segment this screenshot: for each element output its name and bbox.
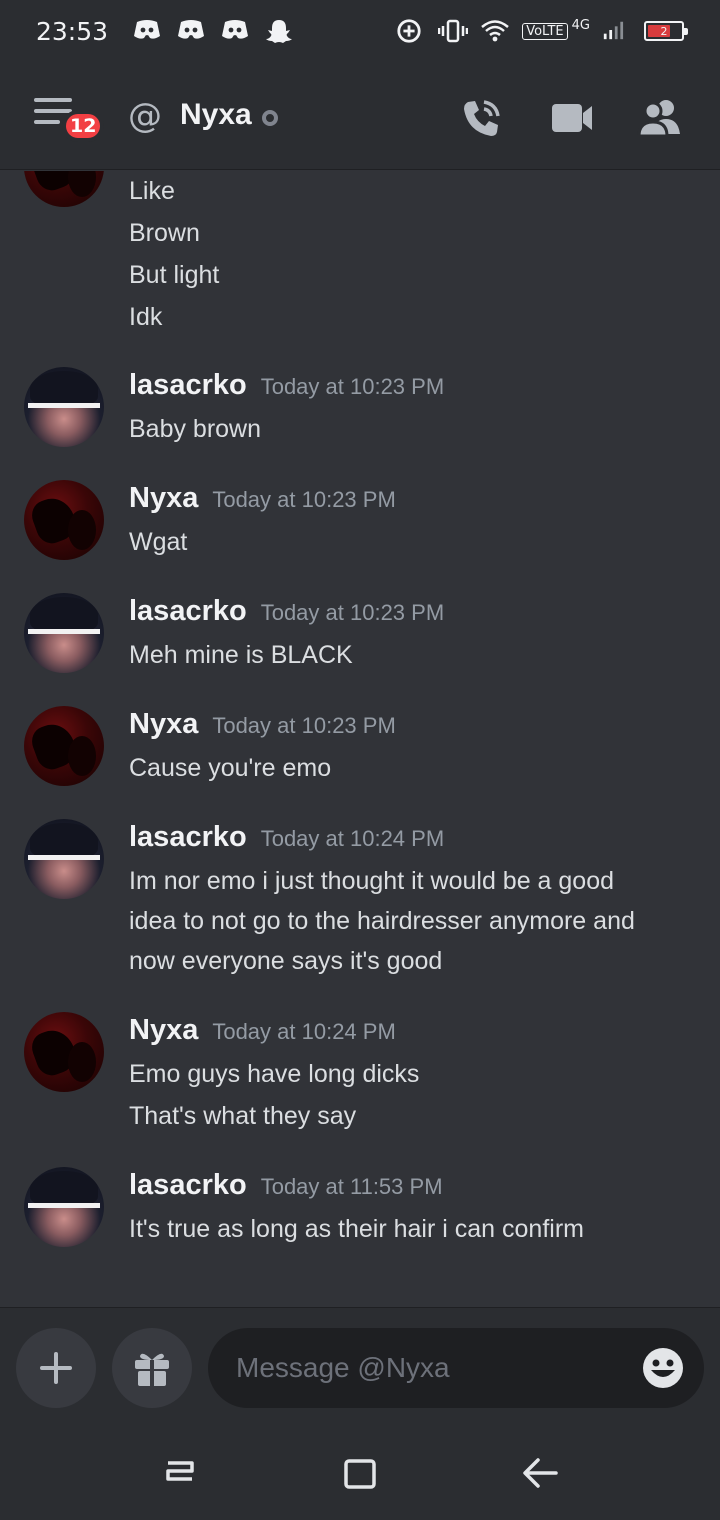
message-input[interactable] — [208, 1328, 704, 1408]
home-icon[interactable] — [338, 1451, 382, 1495]
message-text: idea to not go to the hairdresser anymor… — [129, 907, 635, 935]
message-author[interactable]: Nyxa Today at 10:23 PM — [129, 708, 396, 741]
phone-call-icon[interactable] — [460, 96, 504, 140]
at-icon: @ — [128, 96, 162, 136]
avatar[interactable] — [24, 819, 104, 899]
avatar[interactable] — [24, 171, 104, 207]
system-nav-bar — [0, 1425, 720, 1520]
composer-bar — [0, 1307, 720, 1425]
status-time: 23:53 — [36, 16, 109, 46]
message-author[interactable]: lasacrko Today at 10:23 PM — [129, 595, 444, 628]
gift-icon — [135, 1353, 169, 1386]
plus-icon — [40, 1352, 72, 1384]
avatar[interactable] — [24, 1167, 104, 1247]
message-timestamp: Today at 10:23 PM — [260, 600, 445, 625]
message-author[interactable]: lasacrko Today at 10:23 PM — [129, 369, 444, 402]
status-bar: 23:53 VoLTE 4G 2 — [0, 0, 720, 62]
members-icon[interactable] — [637, 96, 681, 140]
avatar[interactable] — [24, 1012, 104, 1092]
message-text: Emo guys have long dicks — [129, 1060, 420, 1088]
message-text: Baby brown — [129, 415, 262, 443]
signal-icon — [602, 18, 632, 44]
message-text: Im nor emo i just thought it would be a … — [129, 867, 615, 895]
message-author[interactable]: Nyxa Today at 10:24 PM — [129, 1014, 396, 1047]
discord-icon — [132, 18, 162, 44]
avatar[interactable] — [24, 706, 104, 786]
recipient-name[interactable]: Nyxa — [180, 98, 252, 132]
message-author[interactable]: Nyxa Today at 10:23 PM — [129, 482, 396, 515]
author-name: Nyxa — [129, 708, 199, 740]
author-name: lasacrko — [129, 1169, 247, 1201]
message-author[interactable]: lasacrko Today at 10:24 PM — [129, 821, 444, 854]
notification-icons — [132, 18, 294, 44]
menu-button[interactable]: 12 — [34, 98, 105, 148]
message-timestamp: Today at 11:53 PM — [260, 1174, 443, 1199]
message-text: now everyone says it's good — [129, 947, 443, 975]
message-timestamp: Today at 10:24 PM — [212, 1019, 396, 1044]
wifi-icon — [480, 18, 510, 44]
message-text: But light — [129, 261, 220, 289]
avatar[interactable] — [24, 367, 104, 447]
author-name: lasacrko — [129, 595, 247, 627]
gift-button[interactable] — [112, 1328, 192, 1408]
message-timestamp: Today at 10:24 PM — [260, 826, 445, 851]
snapchat-icon — [264, 18, 294, 44]
message-author[interactable]: lasacrko Today at 11:53 PM — [129, 1169, 443, 1202]
message-text: Wgat — [129, 528, 188, 556]
message-text: Cause you're emo — [129, 754, 332, 782]
author-name: lasacrko — [129, 821, 247, 853]
system-indicators: VoLTE 4G 2 — [396, 17, 688, 44]
attach-button[interactable] — [16, 1328, 96, 1408]
channel-header: 12 @ Nyxa — [0, 62, 720, 170]
avatar[interactable] — [24, 593, 104, 673]
message-timestamp: Today at 10:23 PM — [212, 713, 396, 738]
volte-indicator: VoLTE — [522, 22, 568, 40]
message-text: Like — [129, 177, 175, 205]
battery-level: 2 — [660, 24, 668, 38]
discord-icon — [176, 18, 206, 44]
recents-icon[interactable] — [158, 1451, 202, 1495]
network-type: 4G — [571, 17, 590, 33]
vibrate-icon — [438, 18, 469, 44]
message-timestamp: Today at 10:23 PM — [212, 487, 396, 512]
offline-status-icon — [262, 110, 278, 126]
author-name: Nyxa — [129, 1014, 199, 1046]
message-text: It's true as long as their hair i can co… — [129, 1215, 584, 1243]
message-text: Brown — [129, 219, 200, 247]
message-timestamp: Today at 10:23 PM — [260, 374, 445, 399]
battery-icon: 2 — [644, 21, 688, 41]
author-name: lasacrko — [129, 369, 247, 401]
avatar[interactable] — [24, 480, 104, 560]
message-list[interactable]: Like Brown But light Idk lasacrko Today a… — [0, 171, 720, 1307]
back-icon[interactable] — [518, 1451, 562, 1495]
message-text: Idk — [129, 303, 163, 331]
message-text: Meh mine is BLACK — [129, 641, 353, 669]
discord-icon — [220, 18, 250, 44]
emoji-icon[interactable] — [641, 1346, 685, 1390]
data-saver-icon — [396, 18, 426, 44]
unread-badge: 12 — [62, 110, 105, 142]
message-text: That's what they say — [129, 1102, 357, 1130]
video-call-icon[interactable] — [550, 96, 594, 140]
author-name: Nyxa — [129, 482, 199, 514]
